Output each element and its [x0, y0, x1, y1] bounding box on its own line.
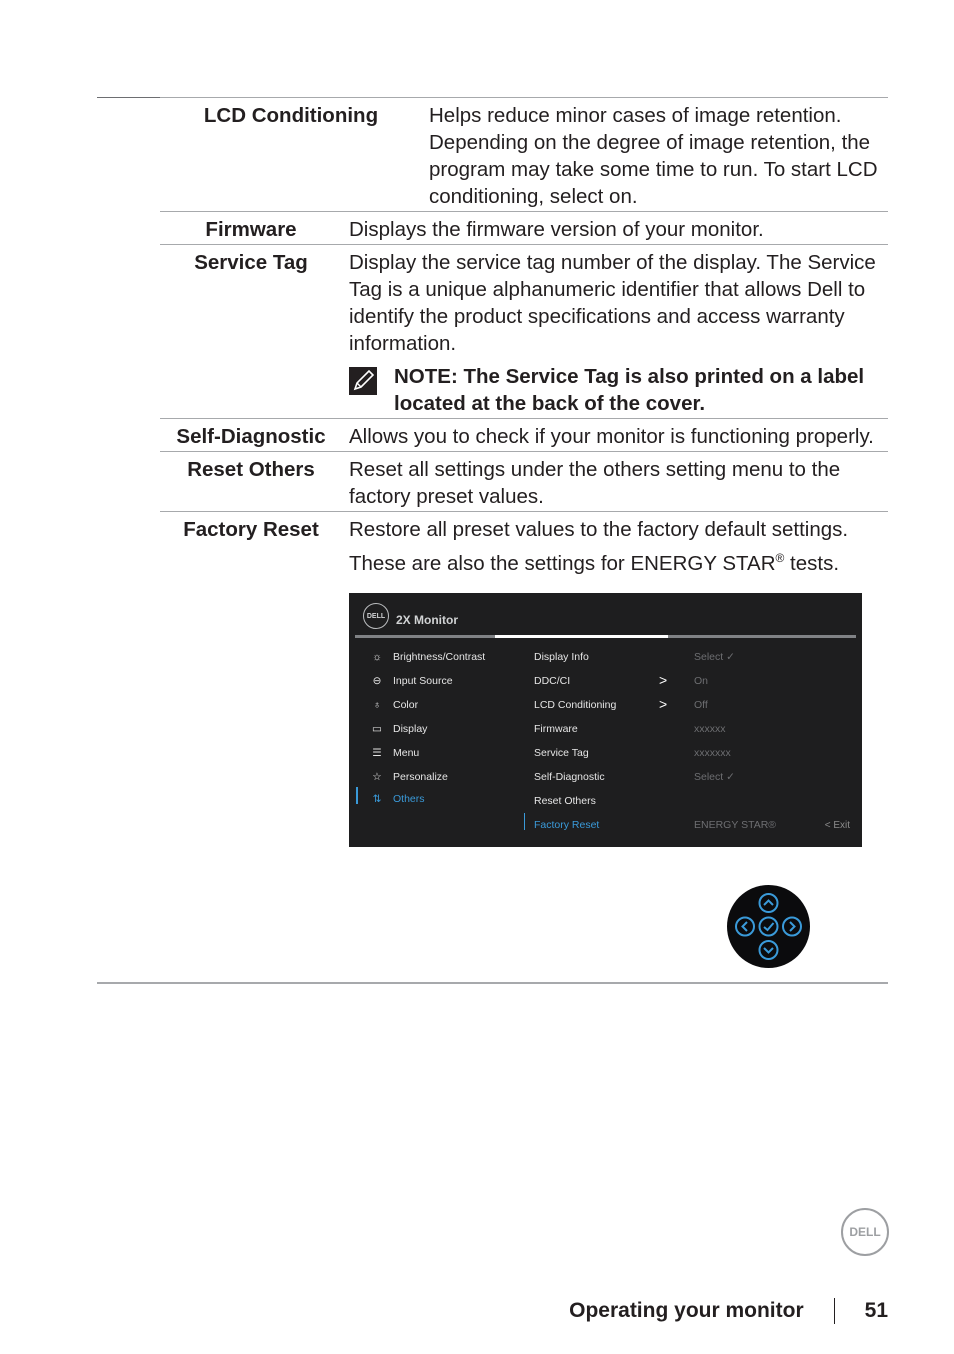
note-text: NOTE: The Service Tag is also printed on…	[394, 365, 865, 415]
submenu-item[interactable]: Display Info	[534, 645, 616, 669]
table-row: Firmware Displays the firmware version o…	[160, 211, 888, 244]
row-description: Restore all preset values to the factory…	[349, 518, 849, 541]
submenu-item[interactable]: Self-Diagnostic	[534, 765, 616, 789]
menu-item-input-source[interactable]: ⊖ Input Source	[369, 669, 485, 693]
submenu-item[interactable]: Service Tag	[534, 741, 616, 765]
chevron-left-icon: <	[824, 820, 831, 831]
osd-main-menu: ☼ Brightness/Contrast ⊖ Input Source ♁ Colo…	[369, 645, 485, 809]
submenu-item[interactable]: Firmware	[534, 717, 616, 741]
submenu-item[interactable]: LCD Conditioning	[534, 693, 616, 717]
divider	[833, 1298, 835, 1324]
value-item: xxxxxx	[694, 722, 726, 735]
table-row: LCD Conditioning Helps reduce minor case…	[160, 97, 888, 211]
active-indicator	[356, 787, 358, 804]
divider	[97, 97, 160, 98]
row-label: Reset Others	[187, 458, 315, 481]
chevron-right-icon: >	[659, 696, 668, 712]
menu-item-menu[interactable]: ☰ Menu	[369, 741, 485, 765]
submenu-item[interactable]: Reset Others	[534, 789, 616, 813]
value-item: Select ✓	[694, 770, 735, 783]
dell-logo: DELL	[841, 1208, 889, 1256]
page-footer: Operating your monitor 51	[569, 1298, 888, 1324]
osd-active-column-bar	[495, 635, 668, 638]
osd-screenshot: DELL 2X Monitor ☼ Brightness/Contrast ⊖ In…	[349, 593, 862, 847]
osd-title: 2X Monitor	[396, 613, 458, 627]
row-label: LCD Conditioning	[203, 104, 379, 127]
display-icon: ▭	[372, 722, 382, 735]
table-row: Factory Reset Restore all preset values …	[160, 511, 888, 848]
value-item: ENERGY STAR®	[694, 818, 777, 831]
row-label: Service Tag	[194, 251, 308, 274]
row-description: Displays the firmware version of your mo…	[349, 218, 764, 241]
value-item: On	[694, 674, 709, 687]
others-icon: ⇅	[372, 792, 382, 805]
row-description: Allows you to check if your monitor is f…	[349, 425, 874, 448]
osd-sub-menu: Display Info DDC/CI LCD Conditioning Fir…	[534, 645, 616, 837]
active-indicator	[524, 813, 525, 830]
divider	[97, 982, 888, 984]
row-description: Display the service tag number of the di…	[349, 251, 876, 355]
row-description: Reset all settings under the others sett…	[349, 458, 841, 508]
page-number: 51	[864, 1299, 888, 1322]
note-pencil-icon	[349, 367, 377, 395]
menu-item-personalize[interactable]: ☆ Personalize	[369, 765, 485, 789]
row-description: Helps reduce minor cases of image retent…	[429, 104, 878, 208]
exit-button[interactable]: < Exit	[825, 812, 850, 839]
settings-table: LCD Conditioning Helps reduce minor case…	[160, 97, 888, 848]
value-item	[694, 789, 776, 813]
chevron-right-icon: >	[659, 672, 668, 688]
star-icon: ☆	[372, 770, 382, 783]
brightness-icon: ☼	[372, 650, 382, 663]
dell-logo: DELL	[363, 603, 389, 629]
value-item: Off	[694, 698, 708, 711]
joystick-icon	[727, 885, 810, 968]
submenu-item[interactable]: Factory Reset	[534, 813, 616, 837]
row-label: Firmware	[205, 218, 297, 241]
section-title: Operating your monitor	[569, 1299, 804, 1322]
table-row: Reset Others Reset all settings under th…	[160, 451, 888, 511]
menu-icon: ☰	[372, 746, 382, 759]
menu-item-others[interactable]: ⇅ Others	[369, 789, 485, 809]
input-source-icon: ⊖	[372, 674, 382, 687]
value-item: Select ✓	[694, 650, 735, 663]
menu-item-color[interactable]: ♁ Color	[369, 693, 485, 717]
osd-values: Select ✓ On Off xxxxxx xxxxxxx Select ✓ …	[694, 645, 776, 837]
menu-item-brightness[interactable]: ☼ Brightness/Contrast	[369, 645, 485, 669]
row-label: Self-Diagnostic	[176, 425, 326, 448]
color-icon: ♁	[373, 698, 381, 711]
note: NOTE: The Service Tag is also printed on…	[349, 363, 888, 417]
table-row: Service Tag Display the service tag numb…	[160, 244, 888, 418]
row-description-2: These are also the settings for ENERGY S…	[349, 551, 840, 575]
table-row: Self-Diagnostic Allows you to check if y…	[160, 418, 888, 451]
menu-item-display[interactable]: ▭ Display	[369, 717, 485, 741]
submenu-item[interactable]: DDC/CI	[534, 669, 616, 693]
row-label: Factory Reset	[183, 518, 319, 541]
value-item: xxxxxxx	[694, 746, 731, 759]
